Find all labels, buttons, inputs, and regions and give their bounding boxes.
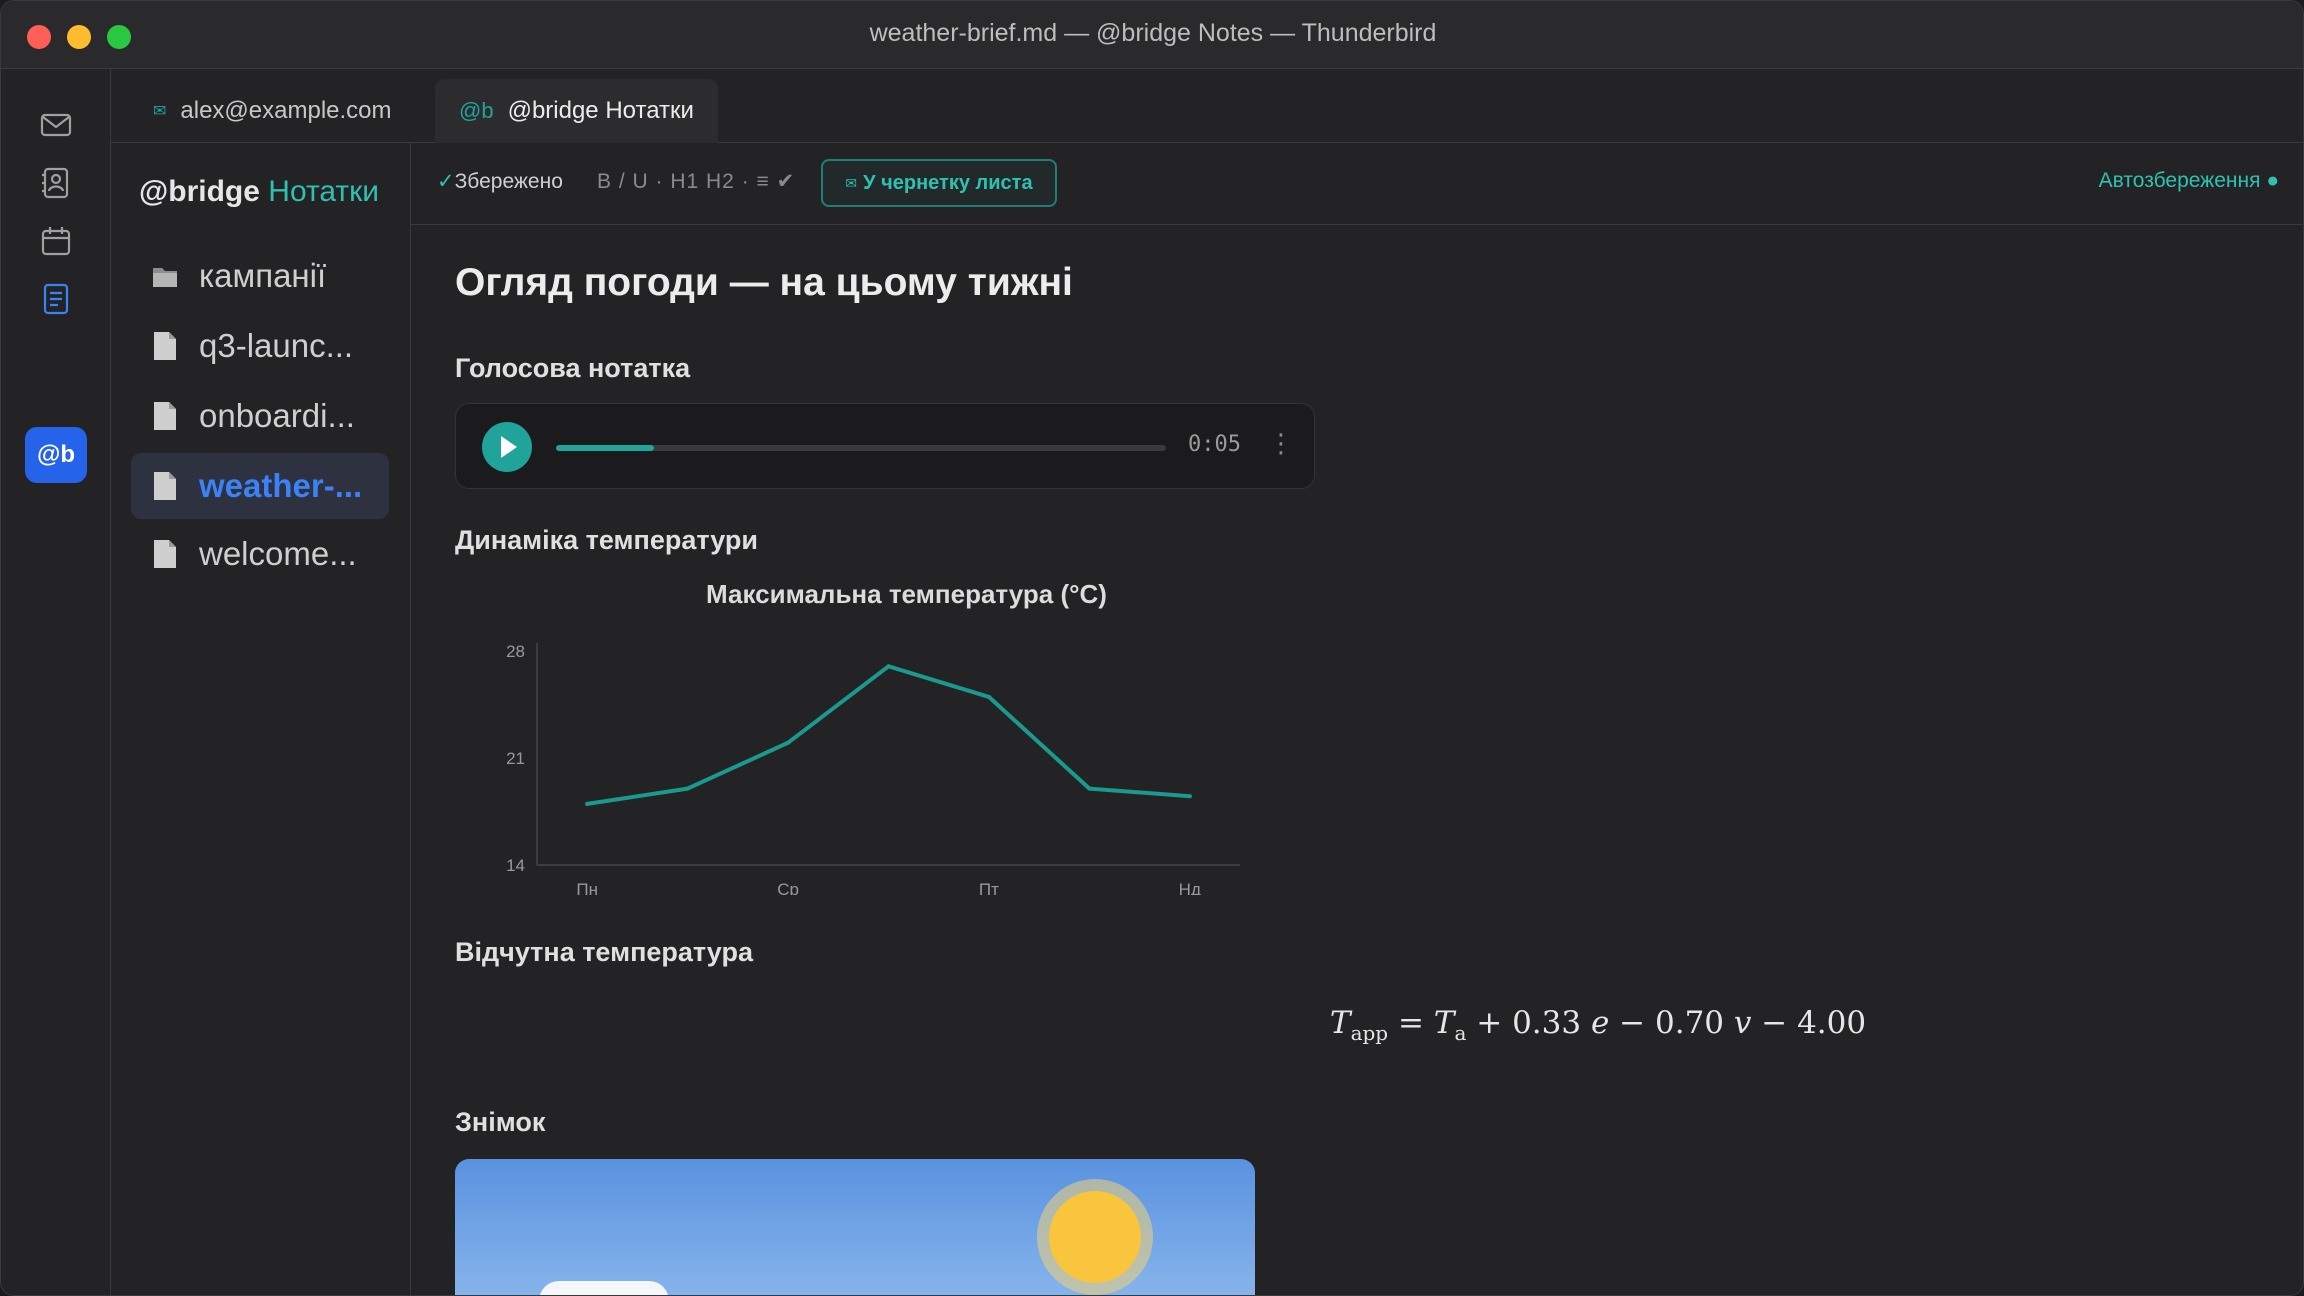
app-window: weather-brief.md — @bridge Notes — Thund… xyxy=(0,0,2304,1296)
data-point xyxy=(786,740,791,745)
audio-progress-fill xyxy=(556,445,654,451)
y-tick-label: 28 xyxy=(506,642,525,661)
cloud-icon xyxy=(539,1281,669,1295)
brand-name: @bridge xyxy=(139,175,260,208)
x-tick-label: Пн xyxy=(576,880,598,895)
app-rail: @b xyxy=(1,69,111,1295)
window-title: weather-brief.md — @bridge Notes — Thund… xyxy=(869,19,1437,47)
folder-icon xyxy=(153,268,177,287)
data-point xyxy=(585,801,590,806)
sidebar-item-file[interactable]: onboardi... xyxy=(131,383,389,449)
tab-label: alex@example.com xyxy=(180,97,392,124)
formula-heading: Відчутна температура xyxy=(455,937,753,967)
mail-icon[interactable] xyxy=(25,97,87,153)
sidebar-item-label: q3-launc... xyxy=(199,327,354,364)
to-draft-label: У чернетку листа xyxy=(863,171,1033,194)
to-draft-button[interactable]: ✉ У чернетку листа xyxy=(821,159,1057,207)
file-icon xyxy=(154,472,176,500)
title-bar: weather-brief.md — @bridge Notes — Thund… xyxy=(1,1,2303,69)
y-tick-label: 14 xyxy=(506,856,525,875)
bridge-app-button[interactable]: @b xyxy=(25,427,87,483)
save-status-label: Збережено xyxy=(454,170,563,193)
image-heading: Знімок xyxy=(455,1107,546,1137)
tab-bar: ✉ alex@example.com @b @bridge Нотатки xyxy=(111,69,2303,143)
sun-icon xyxy=(1049,1191,1141,1283)
chart-title: Максимальна температура (°C) xyxy=(706,579,1107,609)
sidebar-item-folder[interactable]: кампанії xyxy=(131,243,389,309)
autosave-indicator: Автозбереження ● xyxy=(2098,169,2279,192)
data-point xyxy=(886,664,891,669)
file-icon xyxy=(154,402,176,430)
sidebar-item-label: weather-... xyxy=(199,467,363,504)
series-line xyxy=(585,664,1192,806)
check-icon: ✓ xyxy=(437,170,455,193)
data-point xyxy=(1187,794,1192,799)
audio-progress-track[interactable] xyxy=(556,445,1166,451)
sidebar-item-label: onboardi... xyxy=(199,397,355,434)
apparent-temperature-formula: Tapp = Ta + 0.33 e − 0.70 v − 4.00 xyxy=(1329,1005,1867,1046)
bridge-icon: @b xyxy=(459,98,494,123)
temperature-chart: Максимальна температура (°C) 14 21 28 Пн Ср Пт… xyxy=(506,579,1240,895)
play-button[interactable] xyxy=(482,422,532,472)
data-point xyxy=(685,786,690,791)
chart-heading: Динаміка температури xyxy=(455,525,758,555)
notes-icon[interactable] xyxy=(25,271,87,327)
x-tick-label: Нд xyxy=(1179,880,1201,895)
y-tick-label: 21 xyxy=(506,749,525,768)
format-tools[interactable]: B / U · H1 H2 · ≡ ✔ xyxy=(597,169,795,194)
audio-player: 0:05 ⋮ xyxy=(455,403,1315,489)
sidebar-item-file-active[interactable]: weather-... xyxy=(131,453,389,519)
editor-toolbar: ✓Збережено B / U · H1 H2 · ≡ ✔ ✉ У черне… xyxy=(411,143,2303,225)
tab-bridge-notes[interactable]: @b @bridge Нотатки xyxy=(435,79,718,143)
address-book-icon[interactable] xyxy=(25,155,87,211)
envelope-icon: ✉ xyxy=(845,174,858,191)
file-icon xyxy=(154,332,176,360)
audio-time: 0:05 xyxy=(1188,432,1241,457)
x-tick-label: Пт xyxy=(979,880,999,895)
sidebar-brand: @bridge Нотатки xyxy=(139,175,379,209)
notes-sidebar: @bridge Нотатки кампанії q3-launc... onb… xyxy=(111,143,411,1295)
sidebar-item-label: кампанії xyxy=(199,257,327,294)
tab-label: @bridge Нотатки xyxy=(507,97,694,124)
tab-mail-account[interactable]: ✉ alex@example.com xyxy=(129,79,416,143)
bridge-app-label: @b xyxy=(36,441,76,468)
voice-heading: Голосова нотатка xyxy=(455,353,691,383)
data-point xyxy=(1087,786,1092,791)
sidebar-item-file[interactable]: welcome... xyxy=(131,521,389,587)
data-point xyxy=(986,694,991,699)
note-title[interactable]: Огляд погоди — на цьому тижні xyxy=(455,261,1073,305)
more-options-icon[interactable]: ⋮ xyxy=(1268,428,1294,459)
sidebar-item-file[interactable]: q3-launc... xyxy=(131,313,389,379)
calendar-icon[interactable] xyxy=(25,213,87,269)
envelope-icon: ✉ xyxy=(153,103,167,120)
brand-accent: Нотатки xyxy=(268,175,380,208)
save-status: ✓Збережено xyxy=(437,169,563,194)
x-tick-label: Ср xyxy=(777,880,799,895)
weather-snapshot-image[interactable] xyxy=(455,1159,1255,1295)
note-content: Огляд погоди — на цьому тижні Голосова н… xyxy=(411,225,2303,1295)
file-icon xyxy=(154,540,176,568)
sidebar-item-label: welcome... xyxy=(199,535,357,572)
